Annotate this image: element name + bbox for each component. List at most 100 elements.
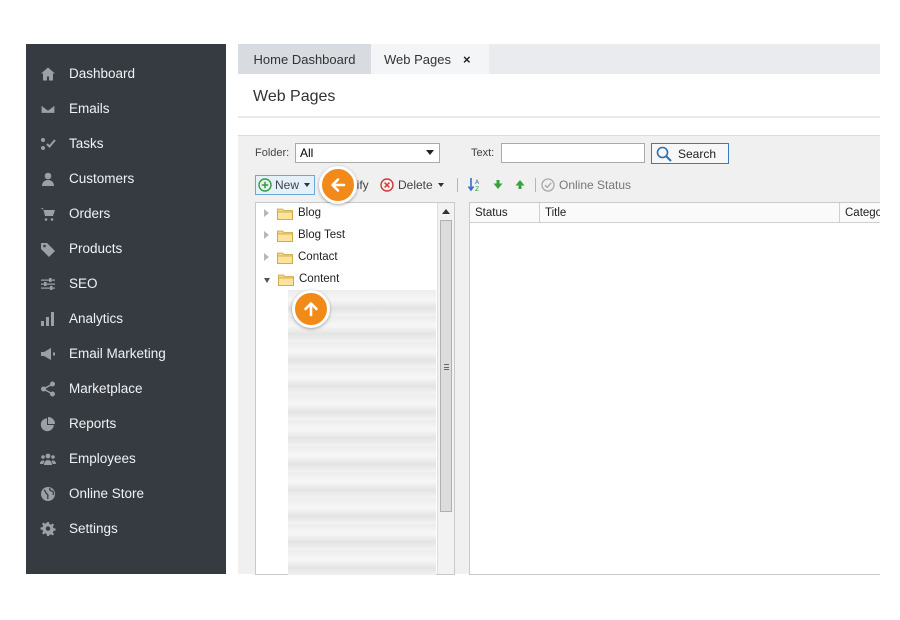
text-label: Text: <box>471 147 495 159</box>
toolbar-separator <box>535 178 536 192</box>
tree-scrollbar[interactable] <box>437 203 454 574</box>
hint-arrow-up-badge <box>292 290 330 328</box>
tasks-icon <box>38 134 58 154</box>
chevron-down-icon <box>304 183 311 187</box>
sliders-icon <box>38 274 58 294</box>
online-status-button[interactable]: Online Status <box>541 175 631 195</box>
column-header-status[interactable]: Status <box>470 203 540 223</box>
sidebar-item-label: Tasks <box>69 136 104 151</box>
sidebar-item-seo[interactable]: SEO <box>26 266 226 301</box>
tab-bar: Home Dashboard Web Pages × <box>238 44 880 74</box>
sidebar-item-employees[interactable]: Employees <box>26 441 226 476</box>
new-button[interactable]: New <box>255 175 315 195</box>
expand-arrow-icon[interactable] <box>264 209 269 217</box>
folder-select[interactable]: All <box>295 143 440 163</box>
column-header-title[interactable]: Title <box>540 203 840 223</box>
sidebar-item-label: Online Store <box>69 486 145 501</box>
globe-icon <box>38 484 58 504</box>
sidebar-item-label: SEO <box>69 276 98 291</box>
sidebar-item-label: Employees <box>69 451 136 466</box>
tree-node-blog-test[interactable]: Blog Test <box>264 226 345 244</box>
sort-az-icon[interactable]: AZ <box>467 177 481 193</box>
tab-web-pages[interactable]: Web Pages × <box>371 44 489 74</box>
tree-node-content[interactable]: Content <box>264 270 339 288</box>
folder-icon <box>277 252 293 264</box>
chevron-down-icon <box>437 183 444 187</box>
gear-icon <box>38 519 58 539</box>
pie-chart-icon <box>38 414 58 434</box>
grid-header: Status Title Catego <box>470 203 880 223</box>
folder-open-icon <box>278 274 294 286</box>
sidebar-item-label: Marketplace <box>69 381 143 396</box>
sidebar-item-dashboard[interactable]: Dashboard <box>26 56 226 91</box>
delete-icon <box>380 178 394 192</box>
blurred-subfolders <box>288 290 436 575</box>
toolbar-separator <box>457 178 458 192</box>
sidebar-item-emails[interactable]: Emails <box>26 91 226 126</box>
sidebar-item-label: Settings <box>69 521 118 536</box>
envelope-icon <box>38 99 58 119</box>
collapse-arrow-icon[interactable] <box>264 277 270 283</box>
divider <box>238 116 880 118</box>
search-button-label: Search <box>678 146 717 161</box>
sidebar-item-orders[interactable]: Orders <box>26 196 226 231</box>
sidebar-item-label: Reports <box>69 416 117 431</box>
tree-node-label: Contact <box>298 251 338 263</box>
user-icon <box>38 169 58 189</box>
sidebar-item-customers[interactable]: Customers <box>26 161 226 196</box>
svg-text:A: A <box>475 179 480 186</box>
tree-node-label: Blog Test <box>298 229 346 241</box>
cart-icon <box>38 204 58 224</box>
sidebar-item-email-marketing[interactable]: Email Marketing <box>26 336 226 371</box>
arrow-up-icon <box>304 302 318 317</box>
home-icon <box>38 64 58 84</box>
sidebar-item-settings[interactable]: Settings <box>26 511 226 546</box>
scroll-up-icon[interactable] <box>442 209 450 214</box>
folder-icon <box>277 208 293 220</box>
tree-node-label: Blog <box>298 207 322 219</box>
expand-arrow-icon[interactable] <box>264 253 269 261</box>
online-status-label: Online Status <box>559 178 632 192</box>
sidebar-item-reports[interactable]: Reports <box>26 406 226 441</box>
sidebar-item-products[interactable]: Products <box>26 231 226 266</box>
close-icon[interactable]: × <box>463 52 471 67</box>
folder-select-value: All <box>300 146 314 160</box>
scrollbar-thumb[interactable] <box>440 220 452 512</box>
arrow-left-icon <box>331 178 346 192</box>
tree-node-label: Content <box>299 273 340 285</box>
sidebar-item-analytics[interactable]: Analytics <box>26 301 226 336</box>
folder-label: Folder: <box>255 147 290 159</box>
tab-home-dashboard[interactable]: Home Dashboard <box>238 44 371 74</box>
group-icon <box>38 449 58 469</box>
tree-node-blog[interactable]: Blog <box>264 204 321 222</box>
text-search-input[interactable] <box>501 143 645 163</box>
sidebar-item-tasks[interactable]: Tasks <box>26 126 226 161</box>
tree-node-contact[interactable]: Contact <box>264 248 338 266</box>
sidebar-item-marketplace[interactable]: Marketplace <box>26 371 226 406</box>
megaphone-icon <box>38 344 58 364</box>
column-header-category[interactable]: Catego <box>840 203 880 223</box>
sidebar-item-label: Products <box>69 241 123 256</box>
delete-button[interactable]: Delete <box>380 175 444 195</box>
search-button[interactable]: Search <box>651 143 729 164</box>
tab-label: Web Pages <box>384 51 451 67</box>
sidebar-item-online-store[interactable]: Online Store <box>26 476 226 511</box>
sidebar: Dashboard Emails Tasks Customers Orders … <box>26 44 226 574</box>
chevron-down-icon <box>426 150 434 155</box>
share-icon <box>38 379 58 399</box>
expand-arrow-icon[interactable] <box>264 231 269 239</box>
bar-chart-icon <box>38 309 58 329</box>
pages-grid: Status Title Catego <box>469 202 880 575</box>
tag-icon <box>38 239 58 259</box>
check-circle-icon <box>541 178 555 192</box>
move-up-icon[interactable] <box>513 177 527 193</box>
move-down-icon[interactable] <box>491 177 505 193</box>
folder-icon <box>277 230 293 242</box>
sidebar-item-label: Customers <box>69 171 135 186</box>
folder-tree: Blog Blog Test Contact Content <box>255 202 455 575</box>
search-icon <box>656 146 672 162</box>
sidebar-item-label: Dashboard <box>69 66 136 81</box>
delete-button-label: Delete <box>398 178 433 192</box>
sidebar-item-label: Analytics <box>69 311 124 326</box>
new-button-label: New <box>275 178 300 192</box>
